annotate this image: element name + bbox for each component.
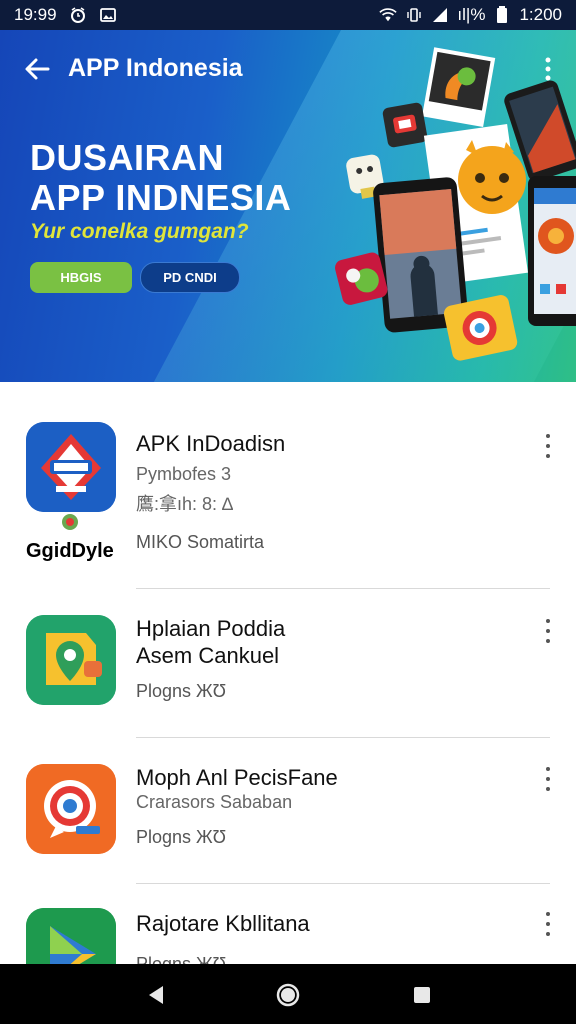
nav-recents-button[interactable] [407,980,437,1010]
nav-back-button[interactable] [141,980,171,1010]
app-meta: Plogns ЖƱ [136,827,227,847]
orange-mascot [458,140,526,214]
chat-ring-app-icon [26,764,116,854]
more-dot [546,454,550,458]
item-more-button[interactable] [538,617,558,645]
hero-headline-line2: APP INDNESIA [30,177,292,218]
battery-time: 1:200 [519,5,562,24]
circle-home-icon [276,983,300,1007]
more-dot [546,787,550,791]
more-dot [546,619,550,623]
play-app-icon [26,908,116,964]
more-dot [546,922,550,926]
hero-secondary-button[interactable]: PD CNDI [140,262,240,293]
app-icon-3[interactable] [26,764,116,854]
arrow-left-icon [25,58,50,80]
badge-logo-icon [26,422,116,512]
list-item-app-2[interactable]: Hplaian Poddia Asem Cankuel Plogns ЖƱ [0,589,576,737]
more-dot [546,629,550,633]
system-navigation-bar [0,964,576,1024]
status-bar: 19:99 ıl|% 1:200 [0,0,576,30]
header-title: APP Indonesia [68,54,243,82]
item-more-button[interactable] [538,765,558,793]
app-title-line1[interactable]: Hplaian Poddia [136,615,285,642]
square-recents-icon [414,987,430,1003]
app-icon-1[interactable] [26,422,116,512]
back-button[interactable] [20,52,54,86]
list-item-app-4[interactable]: Rajotare Kbllitana Plogns ЖƱ [0,884,576,964]
status-time: 19:99 [14,5,57,24]
hero-headline: DUSAIRAN APP INDNESIA [30,138,291,218]
app-meta: MIKO Somatirta [136,532,265,552]
app-meta: Plogns ЖƱ [136,681,227,701]
app-title[interactable]: APK InDoadisn [136,430,285,457]
signal-text: ıl|% [457,5,486,24]
app-detail: 鷹:拿ıh: 8: ∆ [136,494,234,514]
hero-banner: APP Indonesia DUSAIRAN APP INDNESIA Yur … [0,30,576,382]
battery-icon [493,6,511,24]
app-title-line2[interactable]: Asem Cankuel [136,642,279,669]
app-title[interactable]: Moph Anl PecisFane [136,764,338,791]
poster-card [422,47,496,127]
phone-right [528,176,576,326]
signal-icon [431,6,449,24]
brand-pin-icon [62,514,78,530]
map-pin-app-icon [26,615,116,705]
more-dot [546,777,550,781]
more-dot [546,767,550,771]
image-notification-icon [99,6,117,24]
list-item-app-3[interactable]: Moph Anl PecisFane Crarasors Sababan Plo… [0,738,576,883]
video-tile [382,102,428,148]
alarm-icon [69,6,87,24]
app-subtitle: Crarasors Sababan [136,792,293,812]
more-dot [546,434,550,438]
app-icon-4[interactable] [26,908,116,964]
wifi-icon [379,6,398,24]
app-meta: Plogns ЖƱ [136,954,227,964]
hero-subtitle: Yur conelka gumgan? [30,220,249,243]
more-dot [546,444,550,448]
more-dot [546,912,550,916]
hero-headline-line1: DUSAIRAN [30,137,225,178]
item-more-button[interactable] [538,910,558,938]
more-dot [546,639,550,643]
hero-illustration [335,47,576,361]
app-subtitle: Pymbofes 3 [136,464,232,484]
app-title[interactable]: Rajotare Kbllitana [136,910,310,937]
item-more-button[interactable] [538,432,558,460]
app-icon-2[interactable] [26,615,116,705]
triangle-back-icon [149,986,163,1004]
nav-home-button[interactable] [273,980,303,1010]
hero-primary-button[interactable]: HBGIS [30,262,132,293]
brand-logo: GgidDyle [26,514,114,562]
brand-logo-text: GgidDyle [26,540,114,562]
more-dot [546,932,550,936]
vibrate-icon [405,6,423,24]
